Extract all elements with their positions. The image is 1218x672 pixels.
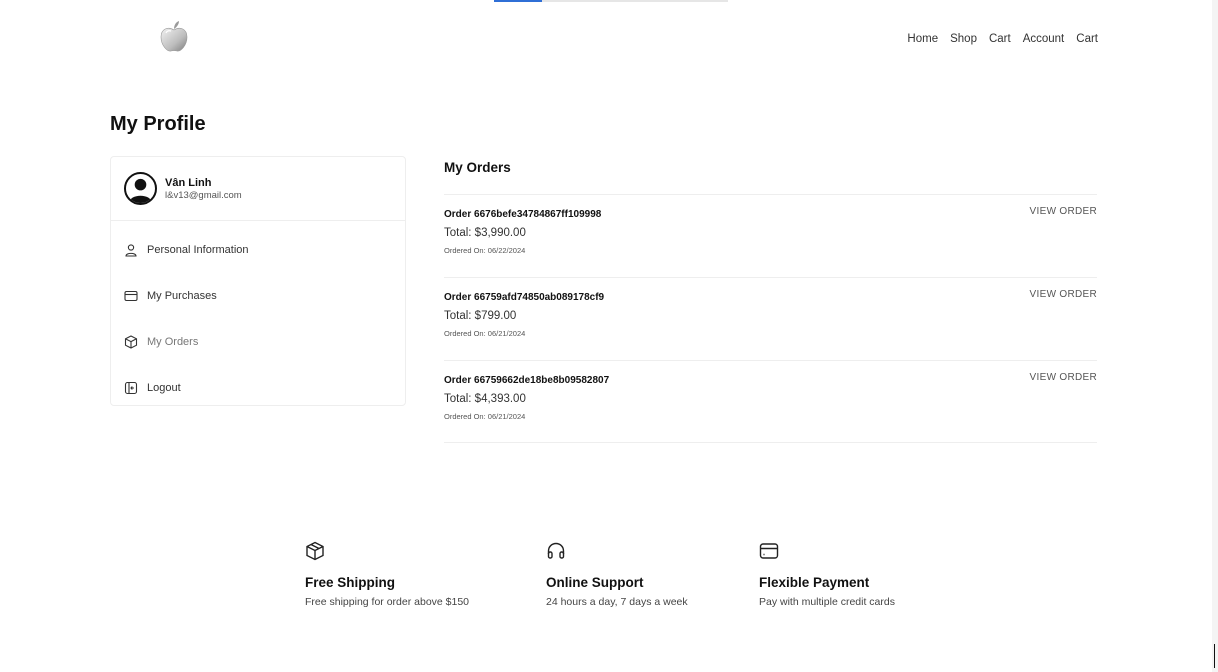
main-nav: Home Shop Cart Account Cart <box>907 33 1098 45</box>
order-date: Ordered On: 06/21/2024 <box>444 329 526 338</box>
feature-desc: Free shipping for order above $150 <box>305 596 470 608</box>
box-icon <box>124 335 138 349</box>
sidebar-item-my-purchases[interactable]: My Purchases <box>111 273 405 319</box>
feature-flexible-payment: Flexible Payment Pay with multiple credi… <box>759 541 895 609</box>
order-total: Total: $799.00 <box>444 310 517 322</box>
order-row: Order 66759afd74850ab089178cf9 Total: $7… <box>444 277 1097 360</box>
box-icon <box>305 541 325 561</box>
user-icon <box>124 243 138 257</box>
scrollbar[interactable] <box>1212 0 1218 672</box>
feature-desc: Pay with multiple credit cards <box>759 596 895 608</box>
order-id: Order 6676befe34784867ff109998 <box>444 209 602 220</box>
page: Home Shop Cart Account Cart My Profile V… <box>0 0 1218 672</box>
order-total: Total: $4,393.00 <box>444 393 526 405</box>
feature-title: Flexible Payment <box>759 575 870 590</box>
apple-logo-icon[interactable] <box>158 18 190 54</box>
orders-title: My Orders <box>444 160 511 175</box>
order-row: Order 66759662de18be8b09582807 Total: $4… <box>444 360 1097 443</box>
avatar-icon <box>124 172 157 205</box>
feature-title: Online Support <box>546 575 644 590</box>
view-order-button[interactable]: VIEW ORDER <box>1030 372 1097 383</box>
card-icon <box>759 541 779 561</box>
order-id: Order 66759662de18be8b09582807 <box>444 375 610 386</box>
order-date: Ordered On: 06/22/2024 <box>444 246 526 255</box>
view-order-button[interactable]: VIEW ORDER <box>1030 206 1097 217</box>
orders-section: My Orders Order 6676befe34784867ff109998… <box>444 156 1097 443</box>
nav-home[interactable]: Home <box>907 33 938 45</box>
loading-bar <box>494 0 728 2</box>
card-icon <box>124 289 138 303</box>
order-row: Order 6676befe34784867ff109998 Total: $3… <box>444 194 1097 277</box>
text-cursor <box>1214 644 1215 668</box>
profile-name: Vân Linh <box>165 176 212 189</box>
nav-shop[interactable]: Shop <box>950 33 977 45</box>
sidebar-item-label: My Purchases <box>147 290 217 302</box>
feature-free-shipping: Free Shipping Free shipping for order ab… <box>305 541 469 609</box>
headphones-icon <box>546 541 566 561</box>
logout-icon <box>124 381 138 395</box>
feature-online-support: Online Support 24 hours a day, 7 days a … <box>546 541 688 609</box>
sidebar-item-my-orders[interactable]: My Orders <box>111 319 405 365</box>
nav-cart-2[interactable]: Cart <box>1076 33 1098 45</box>
feature-desc: 24 hours a day, 7 days a week <box>546 596 688 608</box>
order-id: Order 66759afd74850ab089178cf9 <box>444 292 605 303</box>
profile-sidebar: Vân Linh l&v13@gmail.com Personal Inform… <box>110 156 406 406</box>
view-order-button[interactable]: VIEW ORDER <box>1030 289 1097 300</box>
nav-cart[interactable]: Cart <box>989 33 1011 45</box>
page-title: My Profile <box>110 113 206 135</box>
profile-card: Vân Linh l&v13@gmail.com <box>111 157 405 221</box>
feature-title: Free Shipping <box>305 575 396 590</box>
sidebar-item-label: Personal Information <box>147 244 249 256</box>
order-total: Total: $3,990.00 <box>444 227 526 239</box>
sidebar-item-label: Logout <box>147 382 181 394</box>
profile-email: l&v13@gmail.com <box>165 189 242 201</box>
sidebar-item-label: My Orders <box>147 336 199 348</box>
sidebar-item-personal-information[interactable]: Personal Information <box>111 227 405 273</box>
sidebar-menu: Personal Information My Purchases My Ord… <box>111 221 405 411</box>
nav-account[interactable]: Account <box>1023 33 1065 45</box>
order-date: Ordered On: 06/21/2024 <box>444 412 526 421</box>
sidebar-item-logout[interactable]: Logout <box>111 365 405 411</box>
